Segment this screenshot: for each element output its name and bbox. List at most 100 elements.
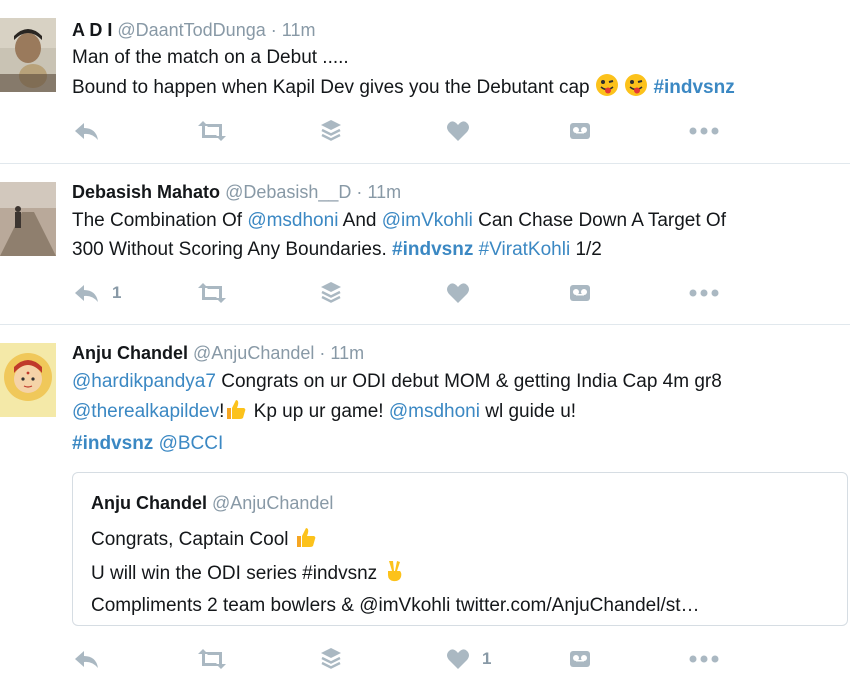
tweet-text-line: The Combination Of @msdhoni And @imVkohl…	[72, 207, 726, 236]
quoted-tweet[interactable]: Anju Chandel @AnjuChandel Congrats, Capt…	[72, 472, 848, 626]
tape-icon	[569, 122, 591, 140]
more-icon	[689, 127, 719, 135]
buffer-icon	[320, 119, 342, 143]
like-button[interactable]	[446, 278, 470, 308]
tweet-text-line: Bound to happen when Kapil Dev gives you…	[72, 73, 735, 107]
tweet-text-segment: Can Chase Down A Target Of	[472, 210, 726, 231]
quoted-tweet-text: Congrats, Captain Cool U will win the OD…	[91, 525, 700, 621]
mention-link[interactable]: @BCCI	[159, 433, 224, 454]
author-name[interactable]: Debasish Mahato	[72, 182, 220, 202]
tweet-text: The Combination Of @msdhoni And @imVkohl…	[72, 207, 726, 264]
hashtag-link[interactable]: #ViratKohli	[479, 239, 571, 260]
author-handle[interactable]: @DaantTodDunga	[117, 20, 265, 40]
like-icon	[446, 282, 470, 304]
avatar[interactable]	[0, 343, 56, 417]
more-icon	[689, 289, 719, 297]
hashtag-link[interactable]: #indvsnz	[653, 77, 734, 98]
tweet-header: Anju Chandel @AnjuChandel · 11m	[72, 343, 364, 364]
hashtag-link[interactable]: #indvsnz	[392, 239, 473, 260]
tweet-text-line: Man of the match on a Debut .....	[72, 47, 349, 68]
hashtag-link[interactable]: #indvsnz	[72, 433, 153, 454]
quoted-tweet-header: Anju Chandel @AnjuChandel	[91, 493, 333, 514]
reply-icon	[72, 282, 100, 304]
retweet-icon	[196, 282, 228, 304]
tape-button[interactable]	[569, 644, 591, 674]
separator-dot: ·	[356, 182, 363, 202]
tape-icon	[569, 650, 591, 668]
mention-link[interactable]: @therealkapildev	[72, 401, 219, 422]
quoted-text-segment: Congrats, Captain Cool	[91, 529, 289, 550]
tweet-text-segment: And	[338, 210, 382, 231]
author-name[interactable]: A D I	[72, 20, 112, 40]
mention-link[interactable]: @imVkohli	[382, 210, 473, 231]
more-button[interactable]	[689, 644, 719, 674]
buffer-button[interactable]	[320, 278, 342, 308]
tweet-text-segment: Bound to happen when Kapil Dev gives you…	[72, 76, 590, 98]
quoted-text-segment: U will win the ODI series #indvsnz	[91, 562, 378, 584]
more-button[interactable]	[689, 278, 719, 308]
buffer-icon	[320, 647, 342, 671]
reply-button[interactable]: 1	[72, 278, 121, 308]
separator-dot: ·	[319, 343, 326, 363]
mention-link[interactable]: @msdhoni	[389, 401, 480, 422]
mention-link[interactable]: @msdhoni	[247, 210, 338, 231]
mention-link[interactable]: @hardikpandya7	[72, 371, 216, 392]
victory-hand-emoji-icon	[382, 559, 406, 593]
tweet-text-segment: The Combination Of	[72, 210, 248, 231]
tweet-text-segment: Kp up ur game!	[248, 400, 389, 422]
separator-dot: ·	[270, 20, 277, 40]
like-icon	[446, 120, 470, 142]
author-handle[interactable]: @AnjuChandel	[193, 343, 314, 363]
tape-button[interactable]	[569, 116, 591, 146]
retweet-button[interactable]	[196, 644, 228, 674]
buffer-button[interactable]	[320, 116, 342, 146]
timestamp[interactable]: 11m	[330, 343, 364, 363]
retweet-icon	[196, 648, 228, 670]
thumbs-up-emoji-icon	[224, 397, 248, 431]
tweet-text-segment: 300 Without Scoring Any Boundaries.	[72, 238, 393, 260]
tweet-text-line: #indvsnz @BCCI	[72, 430, 722, 459]
retweet-icon	[196, 120, 228, 142]
reply-button[interactable]	[72, 644, 100, 674]
avatar[interactable]	[0, 18, 56, 92]
tweet-text-segment: wl guide u!	[479, 400, 577, 422]
retweet-button[interactable]	[196, 116, 228, 146]
tweet-text-segment: 1/2	[570, 238, 602, 260]
like-icon	[446, 648, 470, 670]
tweet-text-segment: Congrats on ur ODI debut MOM & getting I…	[215, 371, 722, 392]
tweet-2: Debasish Mahato @Debasish__D · 11m The C…	[0, 164, 850, 325]
quoted-text-line: Compliments 2 team bowlers & @imVkohli t…	[91, 595, 700, 616]
like-count: 1	[482, 649, 492, 668]
tape-icon	[569, 284, 591, 302]
tweet-text-line: @hardikpandya7 Congrats on ur ODI debut …	[72, 368, 722, 397]
tweet-actions	[72, 116, 772, 146]
reply-icon	[72, 120, 100, 142]
tweet-1: A D I @DaantTodDunga · 11m Man of the ma…	[0, 0, 850, 164]
tape-button[interactable]	[569, 278, 591, 308]
tweet-text-line: 300 Without Scoring Any Boundaries. #ind…	[72, 236, 726, 265]
buffer-button[interactable]	[320, 644, 342, 674]
reply-button[interactable]	[72, 116, 100, 146]
avatar[interactable]	[0, 182, 56, 256]
like-button[interactable]: 1	[446, 644, 491, 674]
quoted-text-line: Congrats, Captain Cool	[91, 525, 700, 559]
thumbs-up-emoji-icon	[294, 525, 318, 559]
tweet-text-line: @therealkapildev! Kp up ur game! @msdhon…	[72, 397, 722, 431]
more-button[interactable]	[689, 116, 719, 146]
retweet-button[interactable]	[196, 278, 228, 308]
reply-icon	[72, 648, 100, 670]
tweet-header: Debasish Mahato @Debasish__D · 11m	[72, 182, 401, 203]
reply-count: 1	[112, 283, 122, 302]
winking-tongue-emoji-icon	[624, 73, 648, 107]
author-handle[interactable]: @Debasish__D	[225, 182, 351, 202]
like-button[interactable]	[446, 116, 470, 146]
tweet-actions: 1	[72, 644, 772, 674]
tweet-header: A D I @DaantTodDunga · 11m	[72, 20, 315, 41]
timestamp[interactable]: 11m	[282, 20, 316, 40]
more-icon	[689, 655, 719, 663]
buffer-icon	[320, 281, 342, 305]
timestamp[interactable]: 11m	[367, 182, 401, 202]
author-name[interactable]: Anju Chandel	[72, 343, 188, 363]
quoted-author-handle: @AnjuChandel	[212, 493, 334, 513]
tweet-3: Anju Chandel @AnjuChandel · 11m @hardikp…	[0, 325, 850, 684]
